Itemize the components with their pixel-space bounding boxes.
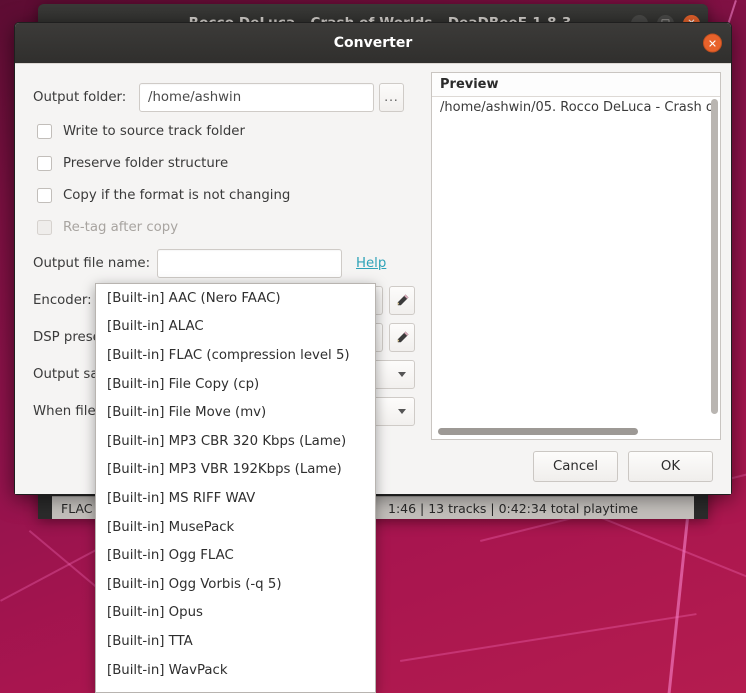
list-item[interactable]: [Built-in] TTA [96,627,375,656]
preview-vertical-scrollbar[interactable] [711,99,718,414]
list-item[interactable]: [Built-in] MP3 VBR 192Kbps (Lame) [96,456,375,485]
checkbox-write-to-source-track-folder[interactable]: Write to source track folder [33,117,425,146]
preview-panel: Preview /home/ashwin/05. Rocco DeLuca - … [431,72,721,440]
list-item[interactable]: [Built-in] Ogg FLAC [96,541,375,570]
list-item[interactable]: [Built-in] ALAC [96,313,375,342]
checkbox-icon [37,220,52,235]
list-item[interactable]: [Built-in] MS RIFF WAV [96,484,375,513]
output-folder-input[interactable]: /home/ashwin [139,83,374,112]
help-link[interactable]: Help [356,256,386,271]
checkbox-label: Write to source track folder [63,124,245,139]
list-item[interactable]: [Built-in] MP3 CBR 320 Kbps (Lame) [96,427,375,456]
edit-dsp-preset-button[interactable] [389,323,415,352]
list-item[interactable]: [Built-in] Opus [96,599,375,628]
statusbar-playtime: 1:46 | 13 tracks | 0:42:34 total playtim… [382,501,638,516]
checkbox-preserve-folder-structure[interactable]: Preserve folder structure [33,149,425,178]
cancel-button[interactable]: Cancel [533,451,618,482]
preview-horizontal-scrollbar[interactable] [438,428,638,435]
output-file-name-input[interactable] [157,249,342,278]
output-folder-label: Output folder: [33,90,139,105]
list-item[interactable]: [Built-in] File Copy (cp) [96,370,375,399]
browse-folder-button[interactable]: ... [379,83,404,112]
chevron-down-icon [398,372,406,377]
dialog-title: Converter [334,35,412,51]
checkbox-icon[interactable] [37,188,52,203]
output-file-name-row: Output file name: Help [33,248,425,278]
pencil-icon [395,293,410,308]
list-item[interactable]: [Built-in] File Move (mv) [96,398,375,427]
checkbox-retag-after-copy: Re-tag after copy [33,213,425,242]
encoder-dropdown-list[interactable]: [Built-in] AAC (Nero FAAC) [Built-in] AL… [95,283,376,693]
output-file-name-label: Output file name: [33,256,157,271]
ok-button[interactable]: OK [628,451,713,482]
checkbox-copy-if-format-not-changing[interactable]: Copy if the format is not changing [33,181,425,210]
close-icon[interactable]: ✕ [703,34,722,53]
edit-encoder-button[interactable] [389,286,415,315]
preview-header: Preview [432,73,720,97]
list-item[interactable]: [Built-in] Ogg Vorbis (-q 5) [96,570,375,599]
list-item[interactable]: [Built-in] MusePack [96,513,375,542]
checkbox-label: Copy if the format is not changing [63,188,290,203]
checkbox-label: Preserve folder structure [63,156,228,171]
list-item[interactable]: [Built-in] WavPack [96,656,375,685]
checkbox-icon[interactable] [37,124,52,139]
preview-row[interactable]: /home/ashwin/05. Rocco DeLuca - Crash o [432,97,720,115]
checkbox-label: Re-tag after copy [63,220,178,235]
wallpaper-line [400,613,697,662]
list-item[interactable]: [Built-in] FLAC (compression level 5) [96,341,375,370]
pencil-icon [395,330,410,345]
output-folder-row: Output folder: /home/ashwin ... [33,82,425,112]
dialog-titlebar: Converter ✕ [15,23,731,63]
chevron-down-icon [398,409,406,414]
checkbox-icon[interactable] [37,156,52,171]
list-item[interactable]: [Built-in] AAC (Nero FAAC) [96,284,375,313]
